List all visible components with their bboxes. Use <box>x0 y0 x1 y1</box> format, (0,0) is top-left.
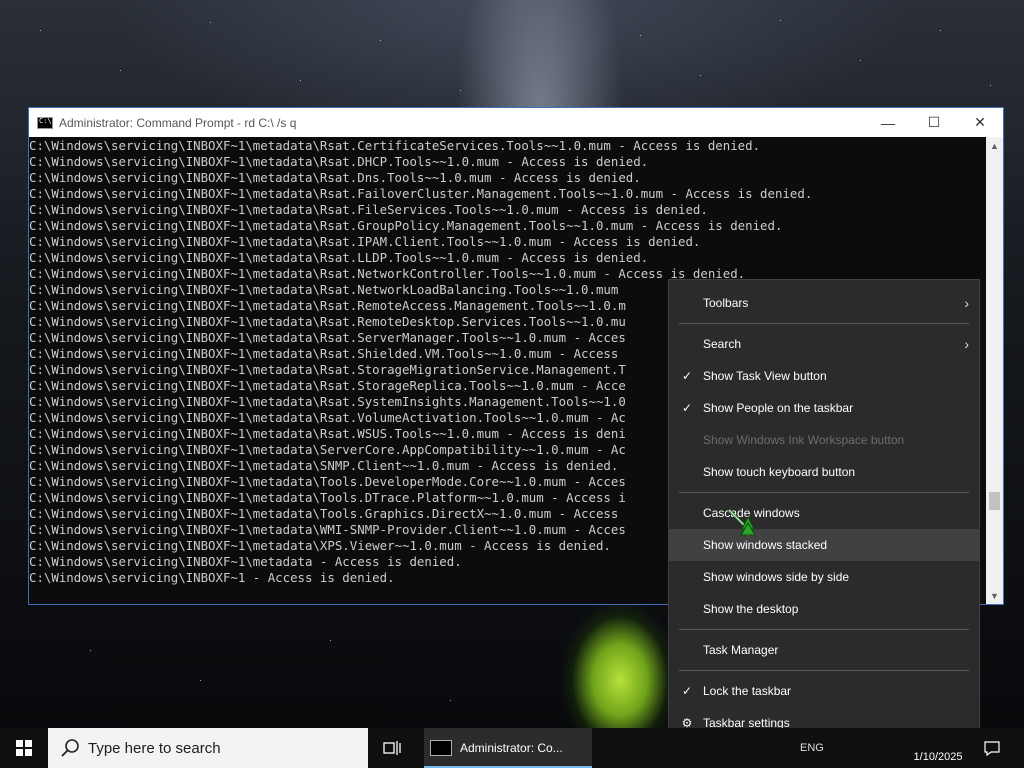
menu-item-label: Show People on the taskbar <box>703 401 854 415</box>
vertical-scrollbar[interactable]: ▲ ▼ <box>986 137 1003 604</box>
checkmark-icon: ✓ <box>681 401 693 415</box>
menu-separator <box>679 629 969 630</box>
menu-item-search[interactable]: Search › <box>669 328 979 360</box>
cmd-icon <box>37 116 53 129</box>
menu-item-show-windows-side-by-side[interactable]: Show windows side by side <box>669 561 979 593</box>
console-line: C:\Windows\servicing\INBOXF~1\metadata\R… <box>29 186 813 201</box>
taskbar[interactable]: Type here to search Administrator: Co...… <box>0 728 1024 768</box>
scroll-thumb[interactable] <box>989 492 1000 510</box>
taskbar-app-command-prompt[interactable]: Administrator: Co... <box>424 728 592 768</box>
taskbar-context-menu: Toolbars › Search › ✓ Show Task View button ✓ S… <box>668 279 980 747</box>
menu-separator <box>679 492 969 493</box>
wallpaper-tent-glow <box>560 600 680 728</box>
close-icon: ✕ <box>974 114 986 130</box>
menu-item-label: Task Manager <box>703 643 779 657</box>
chevron-right-icon: › <box>964 336 969 352</box>
menu-item-show-windows-ink-workspace-button: Show Windows Ink Workspace button <box>669 424 979 456</box>
menu-item-label: Show windows side by side <box>703 570 850 584</box>
menu-item-label: Toolbars <box>703 296 749 310</box>
checkmark-icon: ✓ <box>681 684 693 698</box>
scroll-down-icon[interactable]: ▼ <box>986 587 1003 604</box>
clock-date: 1/10/2025 <box>913 751 963 763</box>
menu-item-show-people-on-the-taskbar[interactable]: ✓ Show People on the taskbar <box>669 392 979 424</box>
taskbar-app-label: Administrator: Co... <box>460 741 563 755</box>
menu-item-cascade-windows[interactable]: Cascade windows <box>669 497 979 529</box>
cmd-taskbar-icon <box>430 740 452 756</box>
menu-item-show-windows-stacked[interactable]: Show windows stacked <box>669 529 979 561</box>
action-center-button[interactable] <box>980 728 1004 768</box>
notification-icon <box>984 741 1000 756</box>
checkmark-icon: ✓ <box>681 369 693 383</box>
console-line: C:\Windows\servicing\INBOXF~1\metadata\R… <box>29 154 649 169</box>
maximize-button[interactable]: ☐ <box>911 108 957 137</box>
menu-separator <box>679 323 969 324</box>
menu-item-label: Show the desktop <box>703 602 799 616</box>
console-line: C:\Windows\servicing\INBOXF~1\metadata\R… <box>29 234 701 249</box>
window-title: Administrator: Command Prompt - rd C:\ /… <box>59 115 297 130</box>
minimize-icon: — <box>881 114 895 131</box>
menu-item-label: Search <box>703 337 742 351</box>
menu-separator <box>679 670 969 671</box>
console-line: C:\Windows\servicing\INBOXF~1\metadata\R… <box>29 202 708 217</box>
menu-item-label: Lock the taskbar <box>703 684 792 698</box>
start-button[interactable] <box>0 728 48 768</box>
cursor-icon <box>727 508 755 538</box>
menu-item-task-manager[interactable]: Task Manager <box>669 634 979 666</box>
taskbar-clock[interactable]: 1/10/2025 <box>900 728 976 768</box>
menu-item-show-touch-keyboard-button[interactable]: Show touch keyboard button <box>669 456 979 488</box>
console-line: C:\Windows\servicing\INBOXF~1\metadata\R… <box>29 170 641 185</box>
chevron-right-icon: › <box>964 295 969 311</box>
window-titlebar[interactable]: Administrator: Command Prompt - rd C:\ /… <box>29 108 1003 137</box>
task-view-button[interactable] <box>376 728 408 768</box>
menu-item-show-task-view-button[interactable]: ✓ Show Task View button <box>669 360 979 392</box>
taskbar-search-box[interactable]: Type here to search <box>48 728 368 768</box>
windows-logo-icon <box>16 740 32 756</box>
menu-item-label: Show Windows Ink Workspace button <box>703 433 905 447</box>
menu-item-toolbars[interactable]: Toolbars › <box>669 287 979 319</box>
console-line: C:\Windows\servicing\INBOXF~1\metadata\R… <box>29 138 761 153</box>
menu-item-lock-the-taskbar[interactable]: ✓ Lock the taskbar <box>669 675 979 707</box>
search-icon <box>61 739 79 757</box>
task-view-icon <box>383 741 401 755</box>
system-tray[interactable]: ENG <box>800 728 824 768</box>
console-line: C:\Windows\servicing\INBOXF~1\metadata\R… <box>29 250 649 265</box>
menu-item-show-the-desktop[interactable]: Show the desktop <box>669 593 979 625</box>
menu-item-label: Show touch keyboard button <box>703 465 856 479</box>
menu-item-label: Show windows stacked <box>703 538 828 552</box>
search-placeholder: Type here to search <box>88 739 221 757</box>
minimize-button[interactable]: — <box>865 108 911 137</box>
tray-language[interactable]: ENG <box>800 742 824 754</box>
maximize-icon: ☐ <box>927 114 941 130</box>
scroll-up-icon[interactable]: ▲ <box>986 137 1003 154</box>
menu-item-label: Show Task View button <box>703 369 827 383</box>
close-button[interactable]: ✕ <box>957 108 1003 137</box>
console-line: C:\Windows\servicing\INBOXF~1\metadata\R… <box>29 218 783 233</box>
